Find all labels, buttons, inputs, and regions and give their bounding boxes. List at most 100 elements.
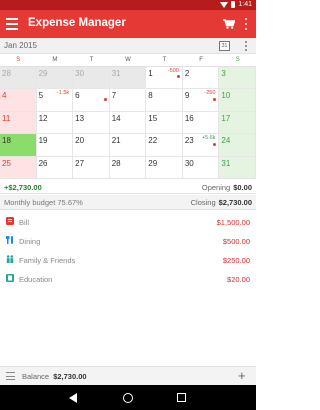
calendar-day[interactable]: 9 -250	[182, 89, 220, 112]
calendar-day[interactable]: 11	[0, 111, 37, 135]
calendar-day[interactable]: 28	[109, 156, 147, 179]
calendar-day[interactable]: 3	[219, 67, 256, 90]
menu-icon[interactable]	[6, 18, 18, 30]
day-number: 3	[221, 69, 226, 78]
weekday-header: S M T W T F S	[0, 54, 256, 67]
day-number: 5	[38, 91, 44, 101]
calendar-day[interactable]: 15	[146, 111, 183, 135]
calendar-day[interactable]: 17	[219, 111, 256, 135]
dining-icon	[6, 236, 13, 244]
day-number: 12	[38, 113, 48, 123]
day-number: 16	[184, 113, 194, 123]
calendar-day[interactable]: 31	[219, 156, 256, 179]
calendar-day[interactable]: 25	[0, 156, 37, 179]
calendar-day[interactable]: 29	[146, 156, 183, 179]
category-name: Education	[19, 275, 53, 284]
day-number: 8	[148, 91, 153, 101]
day-amount: +5.6k	[201, 135, 216, 142]
app-bar: Expense Manager	[0, 10, 256, 38]
overflow-menu-icon[interactable]	[243, 17, 249, 31]
day-number: 29	[148, 158, 158, 168]
category-value: $1,500.00	[216, 218, 250, 227]
calendar-day[interactable]: 18	[0, 134, 37, 157]
category-value: $20.00	[227, 275, 250, 284]
weekday-label: W	[125, 57, 131, 63]
back-icon[interactable]	[69, 393, 77, 403]
opening-balance: Opening $0.00	[202, 183, 252, 192]
month-label[interactable]: Jan 2015	[4, 41, 37, 50]
closing-balance: Closing $2,730.00	[191, 198, 252, 207]
calendar-day[interactable]: 6	[73, 89, 110, 112]
calendar-day[interactable]: 8	[146, 89, 183, 112]
calendar-icon[interactable]: 31	[219, 41, 230, 51]
status-time: 1:41	[238, 1, 252, 8]
balance-bar: Balance $2,730.00 +	[0, 366, 256, 385]
day-number: 17	[221, 113, 231, 123]
calendar-day[interactable]: 16	[182, 111, 220, 135]
day-number: 11	[2, 113, 11, 123]
weekday-label: S	[235, 57, 240, 63]
day-number: 25	[2, 158, 11, 168]
calendar-day[interactable]: 19	[36, 134, 74, 157]
calendar-day[interactable]: 22	[146, 134, 183, 157]
category-item[interactable]: Bill $1,500.00	[0, 215, 256, 234]
weekday-label: S	[16, 57, 21, 63]
category-item[interactable]: Dining $500.00	[0, 234, 256, 253]
calendar-day[interactable]: 30	[182, 156, 220, 179]
weekday-label: T	[162, 57, 167, 63]
calendar-day[interactable]: 20	[73, 134, 110, 157]
calendar-day[interactable]: 10	[219, 89, 256, 112]
recent-apps-icon[interactable]	[177, 393, 186, 402]
month-menu-icon[interactable]	[244, 41, 248, 51]
calendar-day[interactable]: 2	[182, 67, 220, 90]
cart-icon[interactable]	[223, 19, 235, 29]
day-amount: -500	[167, 68, 179, 74]
opening-label: Opening	[201, 183, 231, 192]
system-nav-bar	[0, 385, 256, 410]
home-icon[interactable]	[123, 393, 133, 403]
day-number: 15	[148, 113, 158, 123]
category-name: Family & Friends	[19, 256, 76, 265]
transaction-dot	[213, 97, 217, 101]
calendar-day[interactable]: 5 -1.5k	[36, 89, 74, 112]
calendar-day[interactable]: 28	[0, 67, 37, 90]
category-value: $250.00	[222, 256, 250, 265]
weekday-label: M	[52, 57, 58, 63]
calendar-day[interactable]: 14	[109, 111, 147, 135]
calendar-day[interactable]: 13	[73, 111, 110, 135]
add-icon[interactable]: +	[238, 369, 246, 383]
day-number: 31	[221, 158, 231, 168]
income-total: +$2,730.00	[4, 183, 42, 192]
budget-label: Monthly budget	[4, 198, 56, 207]
day-number: 29	[38, 69, 48, 78]
calendar-day[interactable]: 24	[219, 134, 256, 157]
category-item[interactable]: Family & Friends $250.00	[0, 253, 256, 272]
calendar-day[interactable]: 4	[0, 89, 37, 112]
calendar-day[interactable]: 7	[109, 89, 147, 112]
calendar-day[interactable]: 29	[36, 67, 74, 90]
list-icon[interactable]	[6, 372, 15, 380]
calendar-day[interactable]: 30	[73, 67, 110, 90]
category-item[interactable]: Education $20.00	[0, 272, 256, 291]
day-number: 28	[111, 158, 121, 168]
wifi-icon	[220, 1, 229, 8]
calendar-day[interactable]: 27	[73, 156, 110, 179]
category-list: Bill $1,500.00 Dining $500.00 Family & F…	[0, 215, 256, 291]
opening-value: $0.00	[233, 183, 252, 192]
calendar-day[interactable]: 23 +5.6k	[182, 134, 220, 157]
day-number: 6	[75, 91, 80, 101]
calendar-day[interactable]: 21	[109, 134, 147, 157]
monthly-budget: Monthly budget 75.67%	[4, 198, 83, 207]
transaction-dot	[103, 97, 107, 101]
category-name: Bill	[19, 218, 30, 227]
closing-value: $2,730.00	[218, 198, 252, 207]
balance: Balance $2,730.00	[22, 372, 87, 381]
calendar-day[interactable]: 1 -500	[146, 67, 183, 90]
category-name: Dining	[19, 237, 41, 246]
day-number: 4	[2, 91, 7, 101]
calendar-day[interactable]: 26	[36, 156, 74, 179]
transaction-dot	[176, 75, 180, 79]
calendar-day[interactable]: 31	[109, 67, 147, 90]
day-number: 9	[184, 91, 190, 101]
calendar-day[interactable]: 12	[36, 111, 74, 135]
